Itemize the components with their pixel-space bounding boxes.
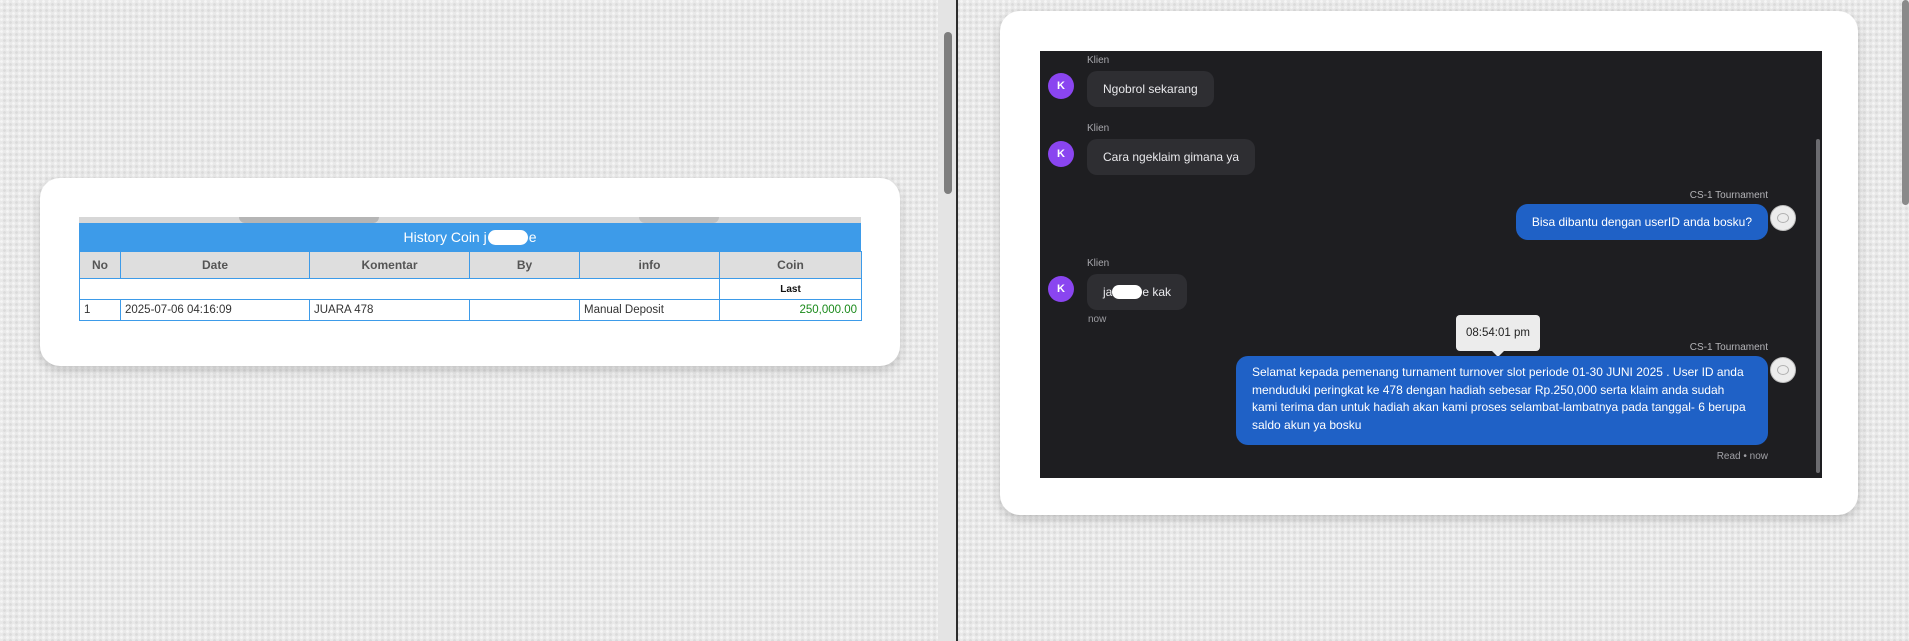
client-message-bubble: ja e kak [1087,274,1188,310]
cell-no: 1 [79,299,121,321]
agent-avatar-icon [1770,357,1796,383]
agent-avatar-icon [1770,205,1796,231]
chat-scrollbar-thumb[interactable] [1816,139,1820,473]
client-message-bubble: Ngobrol sekarang [1087,71,1214,107]
column-header-date: Date [120,251,310,279]
client-avatar: K [1048,141,1074,167]
agent-message: CS-1 Tournament Selamat kepada pemenang … [1236,342,1768,445]
column-header-komentar: Komentar [309,251,470,279]
table-header-row: No Date Komentar By info Coin [79,251,862,279]
agent-message-bubble: Bisa dibantu dengan userID anda bosku? [1515,204,1768,240]
client-sender-label: Klien [1087,123,1110,134]
agent-sender-label: CS-1 Tournament [1689,342,1768,353]
history-coin-card: History Coin j e No Date Komentar By info… [40,178,900,366]
message-timestamp: now [1088,314,1107,325]
message-text-suffix: e kak [1142,285,1172,299]
client-avatar: K [1048,276,1074,302]
column-header-info: info [579,251,720,279]
table-row: 1 2025-07-06 04:16:09 JUARA 478 Manual D… [79,299,862,321]
left-pane: History Coin j e No Date Komentar By info… [0,0,938,641]
right-scrollbar-thumb[interactable] [1902,0,1909,205]
client-avatar: K [1048,73,1074,99]
history-coin-table-wrapper: History Coin j e No Date Komentar By info… [79,217,862,321]
read-status: Read • now [1716,451,1768,462]
client-sender-label: Klien [1087,55,1110,66]
column-header-by: By [469,251,580,279]
chat-conversation-panel[interactable]: Klien K Ngobrol sekarang Klien K Cara ng… [1040,51,1822,478]
cell-info: Manual Deposit [579,299,720,321]
redacted-username [1112,284,1143,299]
table-subheader-row: Last [79,278,862,300]
cell-coin: 250,000.00 [719,299,862,321]
agent-sender-label: CS-1 Tournament [1689,190,1768,201]
cell-date: 2025-07-06 04:16:09 [120,299,310,321]
message-text-prefix: ja [1103,285,1113,299]
client-message-bubble: Cara ngeklaim gimana ya [1087,139,1256,175]
cell-by [469,299,580,321]
agent-message-bubble: Selamat kepada pemenang turnament turnov… [1236,356,1768,445]
agent-message: CS-1 Tournament Bisa dibantu dengan user… [1515,190,1768,240]
scrollbar-thumb[interactable] [944,32,952,194]
chat-card: Klien K Ngobrol sekarang Klien K Cara ng… [1000,11,1858,515]
history-coin-table: No Date Komentar By info Coin Last 1 202… [79,251,862,321]
redacted-username [487,229,528,245]
right-pane: Klien K Ngobrol sekarang Klien K Cara ng… [958,0,1909,641]
cell-komentar: JUARA 478 [309,299,470,321]
client-sender-label: Klien [1087,258,1110,269]
history-coin-title: History Coin j e [79,223,861,251]
pane-splitter-scrollbar[interactable] [938,0,958,641]
column-header-coin: Coin [719,251,862,279]
column-header-no: No [79,251,121,279]
subheader-last: Last [719,278,862,300]
history-title-prefix: History Coin j [403,229,487,245]
subheader-spacer [79,278,720,300]
history-title-suffix: e [528,229,537,245]
